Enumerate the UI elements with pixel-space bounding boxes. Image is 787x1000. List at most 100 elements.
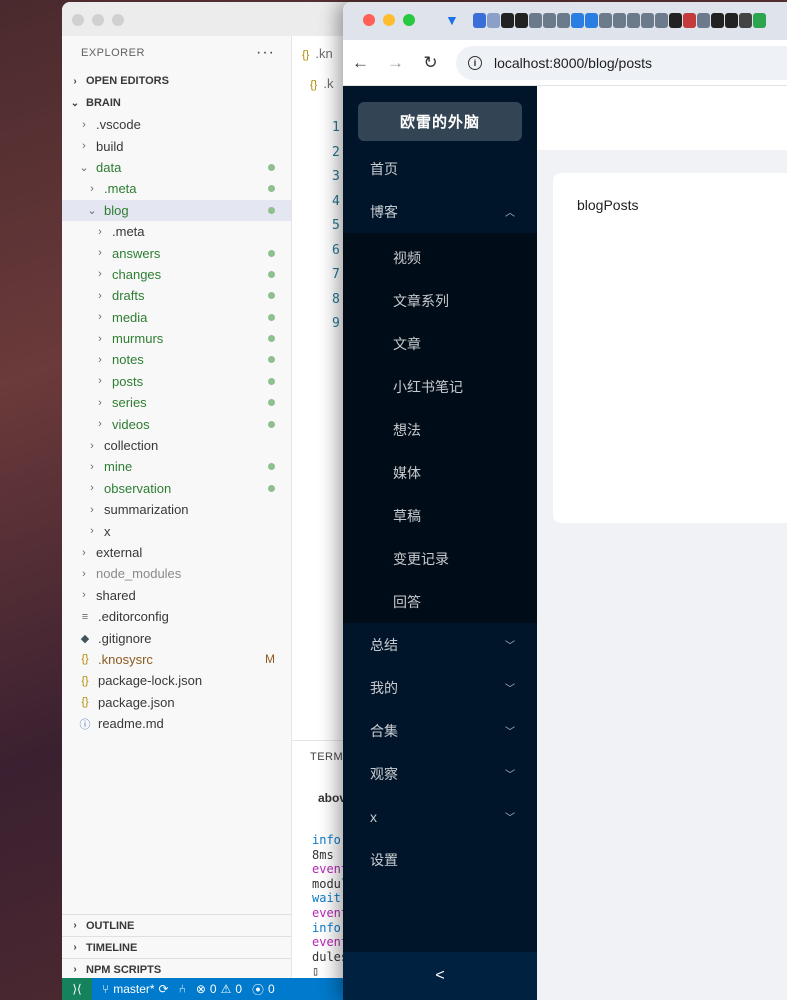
extension-icon[interactable]	[753, 13, 766, 28]
tree-folder[interactable]: › summarization	[62, 499, 291, 520]
close-button[interactable]	[363, 14, 375, 26]
extension-icon[interactable]	[641, 13, 654, 28]
submenu-item[interactable]: 文章系列	[343, 279, 537, 322]
tree-folder[interactable]: › notes	[62, 349, 291, 370]
menu-item[interactable]: 我的 ﹀	[343, 666, 537, 709]
branch-indicator[interactable]: ⑂ master* ⟳	[102, 982, 169, 996]
section-npm-scripts[interactable]: › NPM SCRIPTS	[62, 958, 291, 980]
extension-icon[interactable]	[711, 13, 724, 28]
submenu-item[interactable]: 视频	[343, 236, 537, 279]
tree-folder[interactable]: › media	[62, 307, 291, 328]
tree-folder[interactable]: › .meta	[62, 221, 291, 242]
menu-item[interactable]: 博客 ︿	[343, 190, 537, 233]
tree-folder[interactable]: › answers	[62, 242, 291, 263]
extension-icon[interactable]	[725, 13, 738, 28]
tree-folder[interactable]: › mine	[62, 456, 291, 477]
menu-item[interactable]: x ﹀	[343, 795, 537, 838]
extension-icon[interactable]	[655, 13, 668, 28]
git-graph-icon[interactable]: ⑃	[179, 982, 186, 996]
extension-icon[interactable]	[585, 13, 598, 28]
menu-item[interactable]: 观察 ﹀	[343, 752, 537, 795]
extension-icon[interactable]	[599, 13, 612, 28]
menu-item[interactable]: 设置	[343, 838, 537, 881]
extension-icon[interactable]	[501, 13, 514, 28]
section-timeline[interactable]: › TIMELINE	[62, 936, 291, 958]
tab-terminal[interactable]: TERMI	[310, 751, 347, 763]
editor-tab[interactable]: {} .kn	[302, 46, 333, 61]
submenu-item[interactable]: 文章	[343, 322, 537, 365]
content-card: blogPosts	[553, 173, 787, 523]
problems-indicator[interactable]: ⊗ 0 ⚠ 0	[196, 982, 242, 996]
tree-folder[interactable]: › node_modules	[62, 563, 291, 584]
extension-icon[interactable]	[515, 13, 528, 28]
extension-icon[interactable]	[739, 13, 752, 28]
tree-folder[interactable]: › drafts	[62, 285, 291, 306]
menu-item[interactable]: 合集 ﹀	[343, 709, 537, 752]
extension-icon[interactable]	[473, 13, 486, 28]
tree-folder[interactable]: › murmurs	[62, 328, 291, 349]
extension-icon[interactable]	[613, 13, 626, 28]
tree-item-label: videos	[112, 416, 150, 432]
tree-folder[interactable]: › series	[62, 392, 291, 413]
menu-item[interactable]: 总结 ﹀	[343, 623, 537, 666]
extension-icon[interactable]	[557, 13, 570, 28]
minimize-button[interactable]	[92, 14, 104, 26]
forward-arrow-icon[interactable]: →	[378, 53, 413, 73]
ports-indicator[interactable]: ⦿ 0	[252, 981, 275, 998]
extension-icon[interactable]	[571, 13, 584, 28]
reload-icon[interactable]: ↻	[413, 53, 448, 73]
sync-icon[interactable]: ⟳	[159, 982, 169, 996]
submenu-item[interactable]: 小红书笔记	[343, 365, 537, 408]
tree-folder[interactable]: › shared	[62, 585, 291, 606]
line-number: 1	[332, 120, 340, 135]
tab-favicon-icon[interactable]: ▼	[445, 12, 459, 28]
zoom-button[interactable]	[112, 14, 124, 26]
address-bar[interactable]: i localhost:8000/blog/posts	[456, 45, 787, 80]
tree-folder[interactable]: ⌄ blog	[62, 199, 291, 221]
extension-icon[interactable]	[683, 13, 696, 28]
tree-folder[interactable]: › posts	[62, 371, 291, 392]
tree-file[interactable]: {} package.json	[62, 692, 291, 713]
site-info-icon[interactable]: i	[468, 55, 482, 70]
minimize-button[interactable]	[383, 14, 395, 26]
tree-folder[interactable]: ⌄ data	[62, 157, 291, 178]
extension-icon[interactable]	[487, 13, 500, 28]
extension-icon[interactable]	[529, 13, 542, 28]
zoom-button[interactable]	[403, 14, 415, 26]
tree-folder[interactable]: › observation	[62, 478, 291, 499]
tree-folder[interactable]: › .vscode	[62, 114, 291, 135]
extension-icon[interactable]	[669, 13, 682, 28]
section-open-editors[interactable]: › OPEN EDITORS	[62, 70, 291, 92]
url-text[interactable]: localhost:8000/blog/posts	[494, 55, 652, 71]
close-button[interactable]	[72, 14, 84, 26]
section-brain[interactable]: ⌄ BRAIN	[62, 92, 291, 114]
tree-folder[interactable]: › x	[62, 520, 291, 541]
app-logo[interactable]: 欧雷的外脑	[358, 102, 522, 141]
remote-icon[interactable]: ⟩⟨	[62, 978, 92, 1000]
submenu-item[interactable]: 想法	[343, 408, 537, 451]
extension-icon[interactable]	[543, 13, 556, 28]
tree-file[interactable]: {} package-lock.json	[62, 670, 291, 691]
submenu-item[interactable]: 草稿	[343, 494, 537, 537]
tree-folder[interactable]: › .meta	[62, 178, 291, 199]
tree-file[interactable]: {} .knosysrc M	[62, 649, 291, 670]
tree-file[interactable]: ◆ .gitignore	[62, 627, 291, 648]
section-outline[interactable]: › OUTLINE	[62, 914, 291, 936]
submenu-item[interactable]: 媒体	[343, 451, 537, 494]
submenu-item[interactable]: 回答	[343, 580, 537, 623]
more-actions-icon[interactable]: ···	[256, 44, 275, 62]
back-arrow-icon[interactable]: ←	[343, 53, 378, 73]
extension-icon[interactable]	[697, 13, 710, 28]
breadcrumb[interactable]: {} .k	[310, 76, 333, 91]
tree-folder[interactable]: › external	[62, 542, 291, 563]
tree-file[interactable]: ⓘ readme.md	[62, 713, 291, 734]
collapse-sidebar-button[interactable]: <	[343, 952, 537, 1000]
tree-folder[interactable]: › build	[62, 135, 291, 156]
tree-folder[interactable]: › changes	[62, 264, 291, 285]
extension-icon[interactable]	[627, 13, 640, 28]
submenu-item[interactable]: 变更记录	[343, 537, 537, 580]
menu-item[interactable]: 首页	[343, 147, 537, 190]
tree-file[interactable]: ≡ .editorconfig	[62, 606, 291, 627]
tree-folder[interactable]: › videos	[62, 413, 291, 434]
tree-folder[interactable]: › collection	[62, 435, 291, 456]
